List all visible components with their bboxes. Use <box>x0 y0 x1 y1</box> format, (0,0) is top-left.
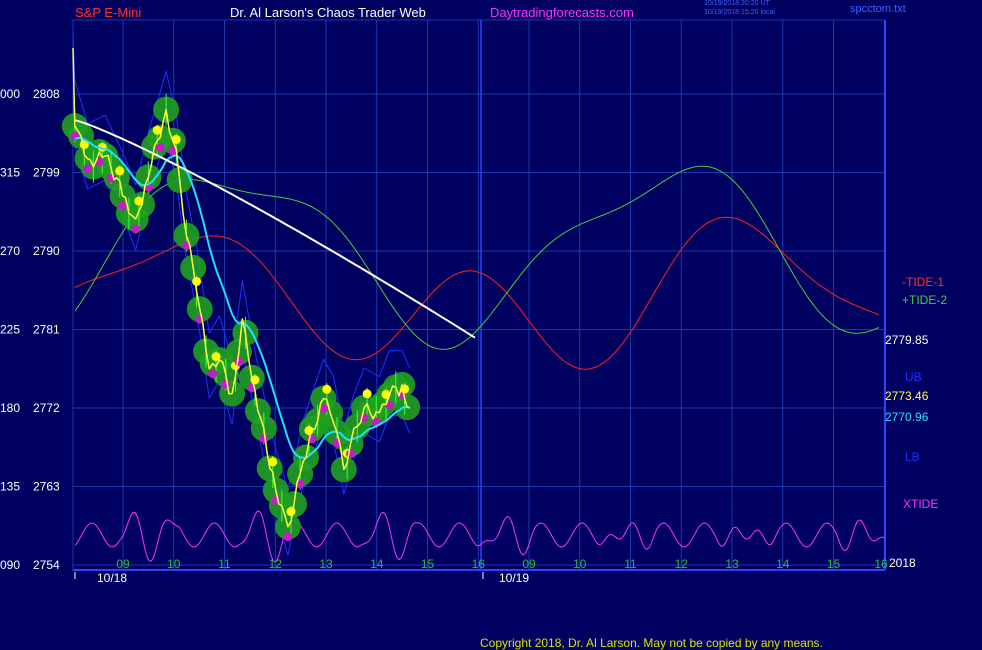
y-tick-angle: 270 <box>0 244 20 258</box>
legend-ub: UB <box>905 370 922 384</box>
y-tick-price: 2754 <box>33 558 60 572</box>
timestamp-local: 10/19/2018 15:20 local <box>704 9 775 16</box>
x-tick-label: 14 <box>370 557 384 571</box>
low-dot <box>208 369 218 379</box>
low-dot <box>118 201 128 211</box>
value-white-avg: 2779.85 <box>885 333 929 347</box>
x-tick-label: 09 <box>116 557 130 571</box>
x-tick-label: 12 <box>269 557 283 571</box>
x-tick-label: 15 <box>827 557 841 571</box>
chart-canvas: 000 2808 315 2799 270 2790 225 2781 180 2772 135 27… <box>0 0 982 650</box>
high-dot <box>362 389 372 399</box>
y-tick-price: 2790 <box>33 244 60 258</box>
legend-tide2: +TIDE-2 <box>902 293 948 307</box>
site-title: Dr. Al Larson's Chaos Trader Web <box>230 5 426 20</box>
x-tick-label: 16 <box>472 557 486 571</box>
high-dot <box>115 166 125 176</box>
y-tick-price: 2772 <box>33 401 60 415</box>
low-dot <box>221 379 231 389</box>
y-tick-angle: 225 <box>0 323 20 337</box>
high-dot <box>322 384 332 394</box>
legend-lb: LB <box>905 450 920 464</box>
y-tick-angle: 090 <box>0 558 20 572</box>
y-tick-angle: 135 <box>0 480 20 494</box>
x-tick-label: 11 <box>218 557 231 571</box>
legend-tide1: -TIDE-1 <box>902 275 944 289</box>
end-year-label: 2018 <box>889 556 916 570</box>
value-last-price: 2773.46 <box>885 389 929 403</box>
y-tick-price: 2799 <box>33 166 60 180</box>
low-dot <box>259 433 269 443</box>
x-tick-label: 11 <box>624 557 637 571</box>
y-tick-angle: 315 <box>0 166 20 180</box>
date-label: 10/19 <box>499 571 529 585</box>
value-cyan-avg: 2770.96 <box>885 410 929 424</box>
x-tick-label: 12 <box>675 557 689 571</box>
low-dot <box>283 532 293 542</box>
legend-xtide: XTIDE <box>903 497 939 511</box>
high-dot <box>286 507 296 517</box>
low-dot <box>70 131 80 141</box>
x-tick-label: 10 <box>573 557 587 571</box>
symbol-label: S&P E-Mini <box>75 5 142 20</box>
low-dot <box>131 224 141 234</box>
x-tick-label: 16 <box>874 557 888 571</box>
date-label: 10/18 <box>97 571 127 585</box>
low-dot <box>155 143 165 153</box>
y-tick-angle: 000 <box>0 87 20 101</box>
file-label: spcctom.txt <box>850 3 906 15</box>
x-tick-label: 10 <box>167 557 181 571</box>
y-tick-price: 2808 <box>33 87 60 101</box>
site-url[interactable]: Daytradingforecasts.com <box>490 5 634 20</box>
copyright: Copyright 2018, Dr. Al Larson. May not b… <box>480 636 823 650</box>
low-dot <box>346 449 356 459</box>
low-dot <box>234 357 244 367</box>
y-tick-price: 2781 <box>33 323 60 337</box>
timestamp-ut: 10/19/2018 20:20 UT <box>704 0 770 7</box>
x-tick-label: 13 <box>725 557 739 571</box>
high-dot <box>192 276 202 286</box>
low-dot <box>82 164 92 174</box>
y-tick-angle: 180 <box>0 401 20 415</box>
y-tick-price: 2763 <box>33 480 60 494</box>
x-tick-label: 09 <box>522 557 536 571</box>
x-tick-label: 13 <box>319 557 333 571</box>
x-tick-label: 15 <box>421 557 435 571</box>
x-tick-label: 14 <box>776 557 790 571</box>
